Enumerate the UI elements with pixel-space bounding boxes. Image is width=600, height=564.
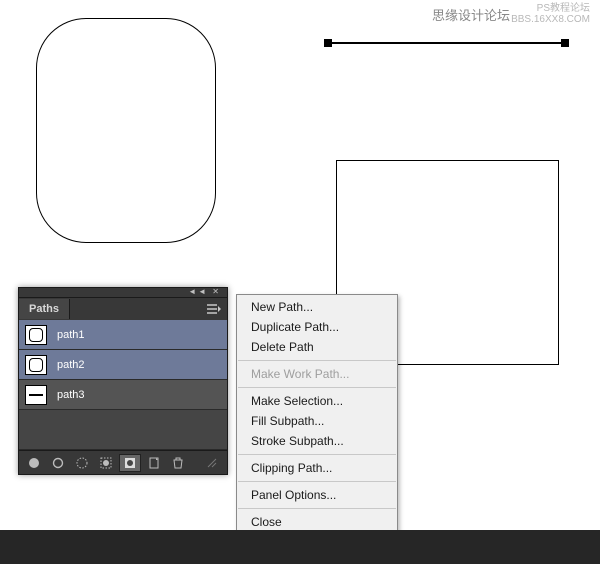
page-footer bbox=[0, 530, 600, 564]
tab-paths[interactable]: Paths bbox=[19, 299, 70, 319]
path-row[interactable]: path2 bbox=[19, 350, 227, 380]
path-label: path2 bbox=[57, 359, 85, 371]
path-thumb bbox=[25, 325, 47, 345]
line-handle-right[interactable] bbox=[561, 39, 569, 47]
watermark-text: 思缘设计论坛 bbox=[432, 5, 510, 24]
menu-item[interactable]: Delete Path bbox=[237, 337, 397, 357]
canvas-path-line bbox=[328, 42, 565, 44]
path-label: path3 bbox=[57, 389, 85, 401]
flyout-menu-icon[interactable] bbox=[207, 304, 221, 314]
add-mask-icon[interactable] bbox=[119, 454, 141, 472]
fill-path-icon[interactable] bbox=[23, 454, 45, 472]
path-thumb bbox=[25, 355, 47, 375]
panel-drag-bar[interactable]: ◄◄ ✕ bbox=[19, 288, 227, 298]
new-path-icon[interactable] bbox=[143, 454, 165, 472]
paths-panel: ◄◄ ✕ Paths path1 path2 path3 bbox=[18, 287, 228, 475]
panel-context-menu: New Path...Duplicate Path...Delete Path M… bbox=[236, 294, 398, 555]
selection-to-path-icon[interactable] bbox=[95, 454, 117, 472]
paths-list: path1 path2 path3 bbox=[19, 320, 227, 450]
menu-item[interactable]: Fill Subpath... bbox=[237, 411, 397, 431]
trash-icon[interactable] bbox=[167, 454, 189, 472]
menu-item[interactable]: Clipping Path... bbox=[237, 458, 397, 478]
menu-separator bbox=[238, 454, 396, 455]
menu-item[interactable]: Make Selection... bbox=[237, 391, 397, 411]
path-row[interactable]: path1 bbox=[19, 320, 227, 350]
watermark-text-2: PS教程论坛 BBS.16XX8.COM bbox=[511, 3, 590, 25]
menu-item[interactable]: Close bbox=[237, 512, 397, 532]
stroke-path-icon[interactable] bbox=[47, 454, 69, 472]
canvas-path-rounded-rect bbox=[36, 18, 216, 243]
menu-separator bbox=[238, 481, 396, 482]
panel-dock bbox=[19, 450, 227, 474]
path-row[interactable]: path3 bbox=[19, 380, 227, 410]
panel-tabbar: Paths bbox=[19, 298, 227, 320]
menu-item[interactable]: New Path... bbox=[237, 297, 397, 317]
menu-separator bbox=[238, 360, 396, 361]
resize-grip-icon[interactable] bbox=[201, 454, 223, 472]
menu-item[interactable]: Duplicate Path... bbox=[237, 317, 397, 337]
path-label: path1 bbox=[57, 329, 85, 341]
path-thumb bbox=[25, 385, 47, 405]
menu-item[interactable]: Stroke Subpath... bbox=[237, 431, 397, 451]
menu-item[interactable]: Panel Options... bbox=[237, 485, 397, 505]
menu-separator bbox=[238, 387, 396, 388]
path-row-empty[interactable] bbox=[19, 410, 227, 450]
path-to-selection-icon[interactable] bbox=[71, 454, 93, 472]
menu-item: Make Work Path... bbox=[237, 364, 397, 384]
line-handle-left[interactable] bbox=[324, 39, 332, 47]
menu-separator bbox=[238, 508, 396, 509]
collapse-close-icon[interactable]: ◄◄ ✕ bbox=[188, 287, 221, 296]
